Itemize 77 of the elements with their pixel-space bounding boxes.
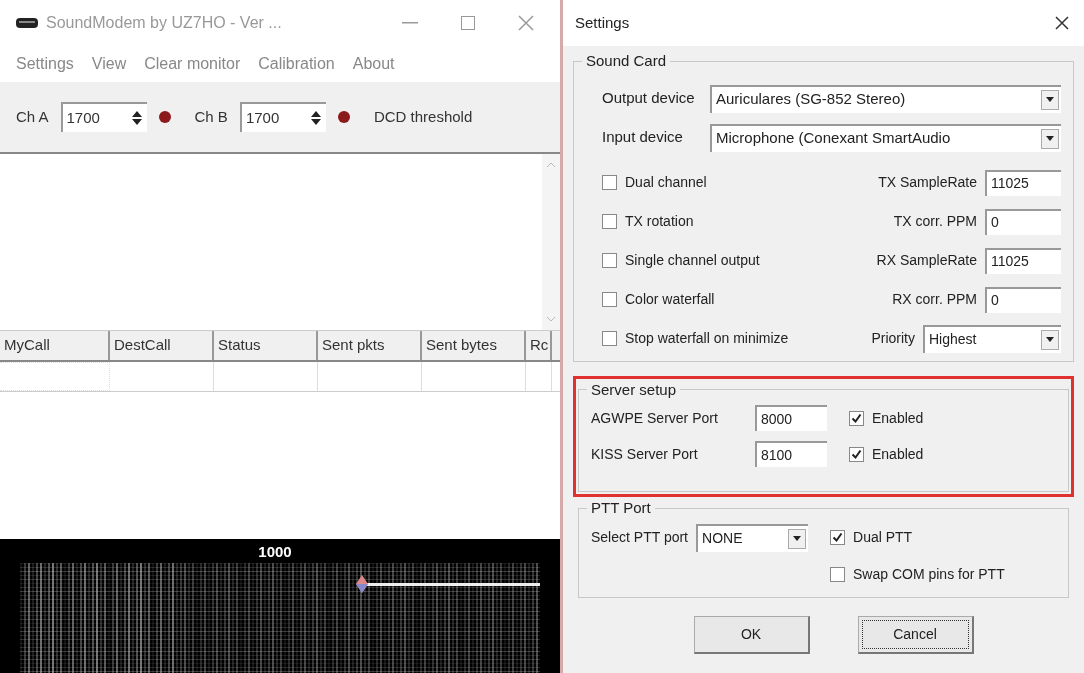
spin-arrows-icon xyxy=(309,110,322,126)
field-label: Input device xyxy=(602,127,684,148)
check-icon xyxy=(832,532,843,543)
window-title: SoundModem by UZ7HO - Ver ... xyxy=(46,13,282,33)
scroll-down-icon[interactable] xyxy=(546,316,556,322)
close-icon xyxy=(518,15,534,31)
checkbox[interactable]: Dual channel xyxy=(602,172,707,193)
field-label: Priority xyxy=(871,329,915,348)
caret-icon xyxy=(1046,136,1054,141)
checkbox[interactable]: Stop waterfall on minimize xyxy=(602,328,789,349)
checkbox[interactable]: Enabled xyxy=(849,407,924,429)
menu-item[interactable]: Calibration xyxy=(258,52,335,76)
frequency-spinbox[interactable]: 1700 xyxy=(239,102,326,132)
dropdown-button[interactable] xyxy=(1041,329,1059,350)
text-field[interactable]: 11025 xyxy=(985,169,1061,196)
group-title: Sound Card xyxy=(585,51,668,71)
dialog-button[interactable]: Cancel xyxy=(857,615,974,654)
status-led-icon xyxy=(158,111,171,123)
dropdown-button[interactable] xyxy=(1041,128,1059,149)
checkbox[interactable]: Enabled xyxy=(849,443,924,465)
frequency-label: 1000 xyxy=(258,543,292,562)
menu-item[interactable]: Clear monitor xyxy=(144,52,241,76)
maximize-button[interactable] xyxy=(458,13,478,33)
field-label: Select PTT port xyxy=(591,528,688,547)
close-icon xyxy=(1055,16,1069,30)
dialog-title: Settings xyxy=(575,12,630,33)
text-field[interactable]: 11025 xyxy=(985,247,1061,274)
field-label: TX corr. PPM xyxy=(893,212,977,231)
channel-label: Ch B xyxy=(194,106,228,127)
group-title: PTT Port xyxy=(590,498,652,518)
column-header[interactable]: Sent pkts xyxy=(318,331,422,360)
ptt-port-dropdown[interactable]: NONE xyxy=(696,523,808,552)
column-header[interactable]: Rc xyxy=(526,331,552,360)
check-icon xyxy=(851,448,862,460)
checkbox[interactable]: Color waterfall xyxy=(602,289,715,310)
scrollbar[interactable] xyxy=(542,154,560,330)
field-label: TX SampleRate xyxy=(878,173,977,192)
field-label: RX corr. PPM xyxy=(892,290,977,309)
device-dropdown[interactable]: Microphone (Conexant SmartAudio xyxy=(710,123,1061,152)
caret-icon xyxy=(793,536,801,541)
group-title: Server setup xyxy=(590,379,678,400)
column-header[interactable]: MyCall xyxy=(0,331,110,360)
port-field[interactable]: 8000 xyxy=(755,405,827,431)
column-header[interactable]: Sent bytes xyxy=(422,331,526,360)
dropdown-button[interactable] xyxy=(1041,89,1059,110)
status-led-icon xyxy=(337,111,350,123)
field-label: AGWPE Server Port xyxy=(591,408,719,428)
check-icon xyxy=(851,412,862,424)
dcd-threshold-label: DCD threshold xyxy=(373,106,473,127)
checkbox[interactable]: Dual PTT xyxy=(830,527,1056,548)
menu-item[interactable]: View xyxy=(91,52,127,76)
checkbox[interactable]: Single channel output xyxy=(602,250,760,271)
column-header[interactable]: Status xyxy=(214,331,318,360)
port-field[interactable]: 8100 xyxy=(755,441,827,467)
caret-icon xyxy=(1046,337,1054,342)
frequency-spinbox[interactable]: 1700 xyxy=(60,102,147,132)
app-icon xyxy=(16,17,38,29)
menu-item[interactable]: Settings xyxy=(16,52,74,76)
device-dropdown[interactable]: Auriculares (SG-852 Stereo) xyxy=(710,84,1061,113)
field-label: RX SampleRate xyxy=(876,251,977,270)
text-field[interactable]: 0 xyxy=(985,208,1061,235)
dialog-button[interactable]: OK xyxy=(693,615,810,654)
channel-label: Ch A xyxy=(16,106,49,127)
checkbox[interactable]: TX rotation xyxy=(602,211,694,232)
scroll-up-icon[interactable] xyxy=(546,162,556,168)
menu-item[interactable]: About xyxy=(352,52,395,76)
text-field[interactable]: 0 xyxy=(985,286,1061,313)
checkbox[interactable]: Swap COM pins for PTT xyxy=(830,563,1056,585)
field-label: Output device xyxy=(602,88,696,109)
priority-dropdown[interactable]: Highest xyxy=(923,324,1061,353)
spin-arrows-icon xyxy=(130,110,143,126)
minimize-icon xyxy=(402,22,418,24)
column-header[interactable]: DestCall xyxy=(110,331,214,360)
field-label: KISS Server Port xyxy=(591,444,699,464)
dropdown-button[interactable] xyxy=(788,528,806,549)
maximize-icon xyxy=(461,16,475,30)
caret-icon xyxy=(1046,97,1054,102)
